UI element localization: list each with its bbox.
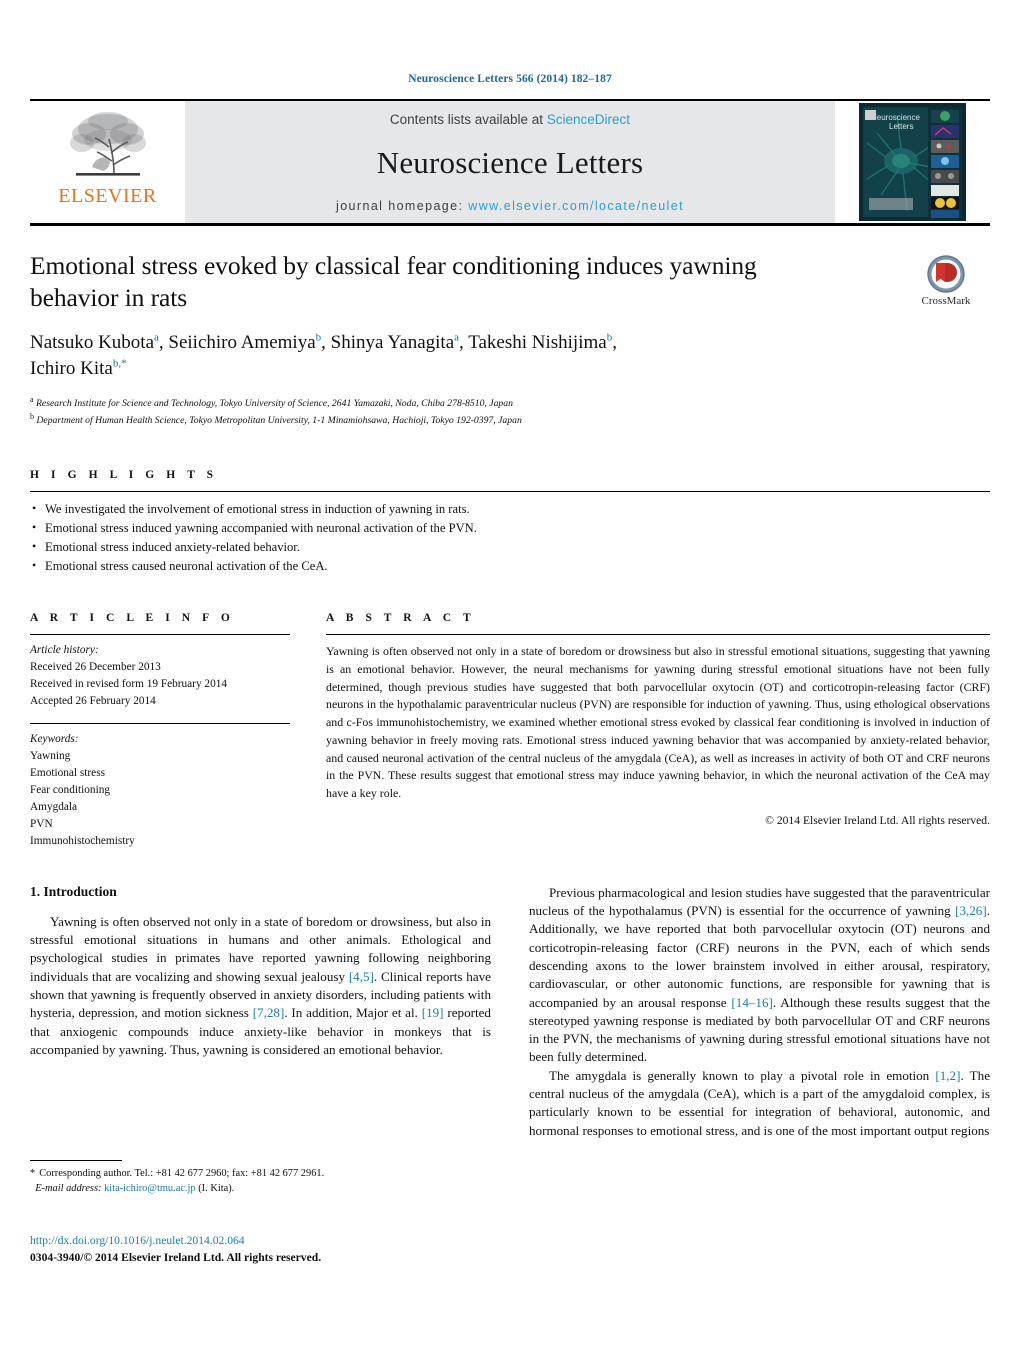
article-info-column: A R T I C L E I N F O Article history: R… xyxy=(30,612,290,849)
intro-paragraph-right-1: Previous pharmacological and lesion stud… xyxy=(529,884,990,1067)
history-accepted: Accepted 26 February 2014 xyxy=(30,695,156,708)
keywords-rule xyxy=(30,722,290,724)
citation-ref[interactable]: [4,5] xyxy=(349,969,374,984)
elsevier-logo: ELSEVIER xyxy=(30,101,185,223)
body-columns: 1. Introduction Yawning is often observe… xyxy=(30,884,990,1141)
highlight-item: We investigated the involvement of emoti… xyxy=(30,499,990,519)
keyword-item: Amygdala xyxy=(30,800,78,813)
affiliation-b-marker: b xyxy=(30,412,34,422)
running-head: Neuroscience Letters 566 (2014) 182–187 xyxy=(408,73,612,85)
intro-r2-seg1: The amygdala is generally known to play … xyxy=(549,1067,936,1083)
doi-link[interactable]: http://dx.doi.org/10.1016/j.neulet.2014.… xyxy=(30,1232,630,1249)
cover-title-line2: Letters xyxy=(889,122,913,131)
author-1: Natsuko Kubota xyxy=(30,332,155,354)
intro-l-seg3: . In addition, Major et al. xyxy=(284,1005,422,1021)
citation-ref[interactable]: [14–16] xyxy=(731,995,772,1010)
keywords-label: Keywords: xyxy=(30,732,79,745)
crossmark-label: CrossMark xyxy=(921,295,971,307)
intro-paragraph-right-2: The amygdala is generally known to play … xyxy=(529,1067,990,1140)
article-info-heading: A R T I C L E I N F O xyxy=(30,612,235,625)
sciencedirect-link[interactable]: ScienceDirect xyxy=(547,112,630,127)
email-label: E-mail address: xyxy=(35,1183,102,1195)
contents-available-line: Contents lists available at ScienceDirec… xyxy=(390,112,630,127)
keyword-item: Immunohistochemistry xyxy=(30,834,135,847)
abstract-column: A B S T R A C T Yawning is often observe… xyxy=(326,612,990,849)
history-revised: Received in revised form 19 February 201… xyxy=(30,678,228,691)
author-2: , Seiichiro Amemiya xyxy=(158,332,316,354)
highlight-item: Emotional stress induced yawning accompa… xyxy=(30,518,990,538)
article-history-label: Article history: xyxy=(30,644,99,657)
journal-masthead: ELSEVIER Contents lists available at Sci… xyxy=(30,99,990,223)
highlight-item: Emotional stress caused neuronal activat… xyxy=(30,556,990,576)
journal-cover-image: Neuroscience Letters xyxy=(859,103,966,221)
journal-cover-thumbnail: Neuroscience Letters xyxy=(835,101,990,223)
intro-paragraph-left-1: Yawning is often observed not only in a … xyxy=(30,913,491,1060)
article-page: Neuroscience Letters 566 (2014) 182–187 xyxy=(0,0,1020,1351)
footnote-corresponding: Corresponding author. Tel.: +81 42 677 2… xyxy=(39,1168,325,1179)
journal-homepage-line: journal homepage: www.elsevier.com/locat… xyxy=(336,199,684,213)
keyword-item: Fear conditioning xyxy=(30,783,111,796)
abstract-rule xyxy=(326,634,990,636)
author-5-affil-marker: b,* xyxy=(112,357,127,370)
abstract-heading: A B S T R A C T xyxy=(326,612,476,625)
history-received: Received 26 December 2013 xyxy=(30,661,161,674)
section-title-introduction: 1. Introduction xyxy=(30,883,117,899)
highlights-section: H I G H L I G H T S We investigated the … xyxy=(30,469,990,577)
author-4: , Takeshi Nishijima xyxy=(459,332,607,354)
author-list: Natsuko Kubotaa, Seiichiro Amemiyab, Shi… xyxy=(30,330,790,381)
footnote-text: * Corresponding author. Tel.: +81 42 677 … xyxy=(30,1166,482,1197)
intro-r-seg1: Previous pharmacological and lesion stud… xyxy=(529,884,990,918)
intro-r-seg2: . Additionally, we have reported that bo… xyxy=(529,902,990,1010)
keyword-item: Yawning xyxy=(30,749,71,762)
journal-title: Neuroscience Letters xyxy=(376,145,644,180)
affiliations: a Research Institute for Science and Tec… xyxy=(30,394,990,429)
affiliation-a-marker: a xyxy=(30,395,34,405)
citation-ref[interactable]: [1,2] xyxy=(935,1068,960,1083)
body-column-left: 1. Introduction Yawning is often observe… xyxy=(30,884,491,1141)
abstract-copyright: © 2014 Elsevier Ireland Ltd. All rights … xyxy=(765,813,990,827)
cover-title-line1: Neuroscience xyxy=(871,113,920,122)
keyword-item: Emotional stress xyxy=(30,766,105,779)
title-block: CrossMark Emotional stress evoked by cla… xyxy=(30,250,990,429)
keywords-block: Keywords: Yawning Emotional stress Fear … xyxy=(30,731,290,850)
email-link[interactable]: kita-ichiro@tmu.ac.jp xyxy=(104,1183,196,1194)
author-3: , Shinya Yanagita xyxy=(321,332,455,354)
highlights-list: We investigated the involvement of emoti… xyxy=(30,499,990,577)
elsevier-tree-icon xyxy=(69,112,146,176)
page-footer: http://dx.doi.org/10.1016/j.neulet.2014.… xyxy=(30,1232,630,1267)
body-column-right: Previous pharmacological and lesion stud… xyxy=(529,884,990,1141)
homepage-prefix: journal homepage: xyxy=(336,199,464,213)
elsevier-wordmark: ELSEVIER xyxy=(58,185,157,207)
highlights-heading: H I G H L I G H T S xyxy=(30,468,218,481)
contents-prefix: Contents lists available at xyxy=(389,112,544,127)
author-line-separator: , xyxy=(612,332,617,354)
info-abstract-row: A R T I C L E I N F O Article history: R… xyxy=(30,612,990,849)
citation-ref[interactable]: [19] xyxy=(422,1005,444,1020)
article-info-rule xyxy=(30,634,290,636)
highlights-rule xyxy=(30,490,990,492)
citation-ref[interactable]: [7,28] xyxy=(253,1005,285,1020)
affiliation-b-text: Department of Human Health Science, Toky… xyxy=(36,415,522,427)
footnote-star: * xyxy=(30,1168,36,1179)
article-history-block: Article history: Received 26 December 20… xyxy=(30,642,290,710)
page-title: Emotional stress evoked by classical fea… xyxy=(30,251,757,312)
highlight-item: Emotional stress induced anxiety-related… xyxy=(30,537,990,557)
affiliation-a: a Research Institute for Science and Tec… xyxy=(30,394,990,411)
homepage-link[interactable]: www.elsevier.com/locate/neulet xyxy=(468,199,684,213)
masthead-center-panel: Contents lists available at ScienceDirec… xyxy=(185,101,835,223)
keyword-item: PVN xyxy=(30,817,53,830)
affiliation-a-text: Research Institute for Science and Techn… xyxy=(35,398,513,410)
crossmark-icon xyxy=(927,255,965,293)
email-owner: (I. Kita). xyxy=(198,1183,235,1195)
author-5: Ichiro Kita xyxy=(30,357,113,379)
affiliation-b: b Department of Human Health Science, To… xyxy=(30,411,990,428)
issn-copyright-line: 0304-3940/© 2014 Elsevier Ireland Ltd. A… xyxy=(30,1251,322,1265)
citation-ref[interactable]: [3,26] xyxy=(955,903,987,918)
corresponding-author-footnote: * Corresponding author. Tel.: +81 42 677 … xyxy=(30,1160,482,1197)
crossmark-badge[interactable]: CrossMark xyxy=(902,254,990,307)
abstract-text: Yawning is often observed not only in a … xyxy=(326,644,990,801)
footnote-rule xyxy=(30,1160,122,1161)
masthead-bottom-rule xyxy=(30,223,990,226)
